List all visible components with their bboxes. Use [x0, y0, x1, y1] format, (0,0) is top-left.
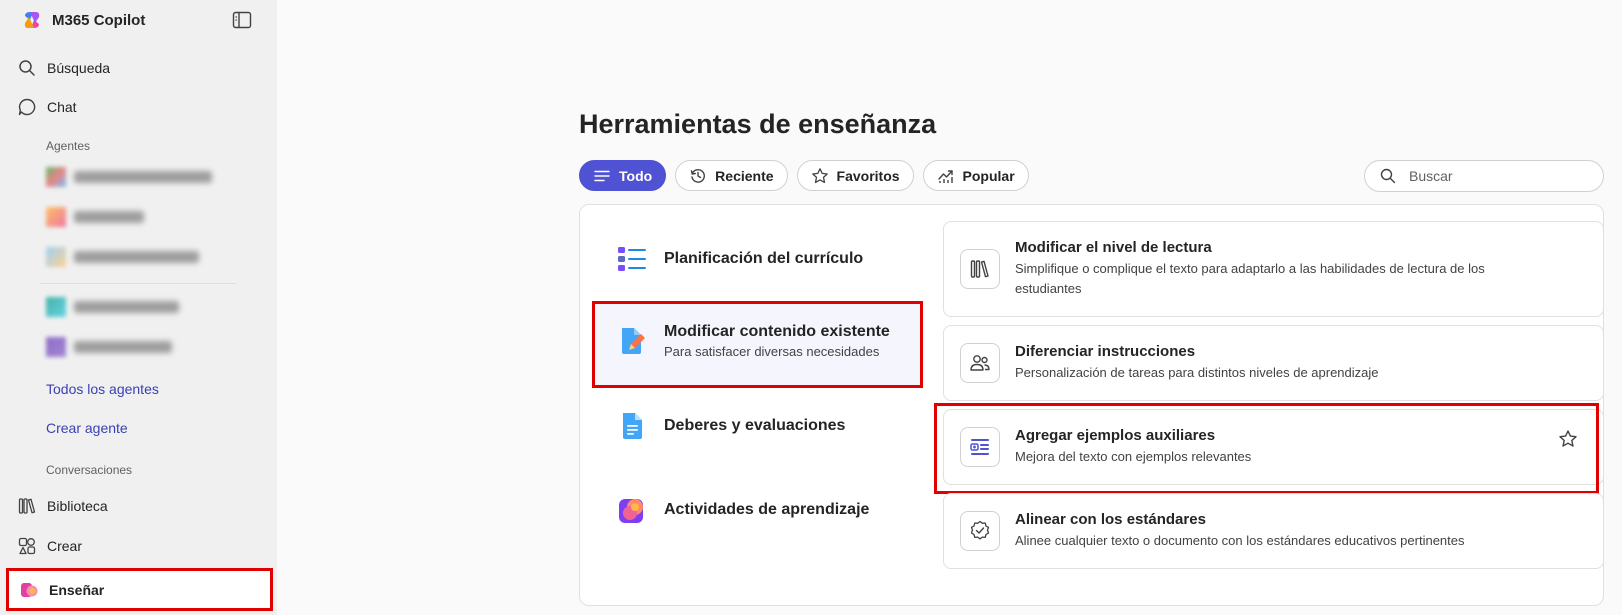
search-icon — [1380, 168, 1396, 184]
agent-item[interactable] — [46, 336, 172, 358]
tool-description: Alinee cualquier texto o documento con l… — [1015, 533, 1465, 548]
list-icon — [616, 243, 648, 275]
category-learning-activities[interactable]: Actividades de aprendizaje — [616, 494, 869, 526]
sidebar-item-library[interactable]: Biblioteca — [17, 494, 108, 518]
tool-description: Simplifique o complique el texto para ad… — [1015, 261, 1485, 296]
edit-document-icon — [616, 325, 648, 357]
tool-card-reading-level[interactable]: Modificar el nivel de lectura Simplifiqu… — [943, 221, 1604, 317]
agent-icon — [46, 337, 66, 357]
tool-title: Diferenciar instrucciones — [1015, 343, 1196, 360]
star-icon — [811, 167, 828, 183]
library-icon — [18, 498, 36, 514]
list-icon — [594, 170, 610, 181]
agent-name-redacted — [74, 211, 144, 223]
badge-check-icon — [960, 511, 1000, 551]
divider — [40, 283, 236, 284]
agent-icon — [46, 247, 66, 267]
library-icon — [960, 249, 1000, 289]
agent-icon — [46, 167, 66, 187]
activities-icon — [616, 494, 648, 526]
filter-label: Popular — [962, 167, 1015, 184]
sidebar-item-search[interactable]: Búsqueda — [17, 56, 110, 80]
create-icon — [18, 537, 36, 555]
sidebar-item-label: Biblioteca — [47, 498, 108, 514]
tool-title: Modificar el nivel de lectura — [1015, 239, 1212, 256]
copilot-logo-icon — [24, 12, 40, 28]
agent-name-redacted — [74, 341, 172, 353]
agent-icon — [46, 297, 66, 317]
conversations-heading: Conversaciones — [46, 463, 133, 477]
category-subtitle: Para satisfacer diversas necesidades — [664, 344, 880, 359]
category-title: Planificación del currículo — [664, 250, 864, 267]
sidebar-item-chat[interactable]: Chat — [17, 95, 77, 119]
history-icon — [690, 168, 706, 183]
filter-chips: Todo Reciente Favoritos Popular — [579, 160, 1029, 191]
filter-popular[interactable]: Popular — [922, 160, 1029, 191]
agent-name-redacted — [74, 171, 212, 183]
sidebar: M365 Copilot Búsqueda Chat Agentes Todos… — [0, 0, 277, 615]
filter-label: Todo — [619, 167, 653, 184]
sidebar-item-label: Enseñar — [49, 582, 105, 598]
page-title: Herramientas de enseñanza — [579, 109, 937, 139]
category-modify-content[interactable]: Modificar contenido existente Para satis… — [616, 323, 890, 359]
search-icon — [19, 60, 35, 76]
tool-card-differentiate[interactable]: Diferenciar instrucciones Personalizació… — [943, 325, 1604, 401]
category-title: Actividades de aprendizaje — [664, 501, 870, 518]
agent-item[interactable] — [46, 296, 179, 318]
trending-icon — [937, 169, 953, 183]
sidebar-toggle-icon[interactable] — [232, 11, 252, 29]
sidebar-item-create[interactable]: Crear — [17, 534, 82, 558]
search-input[interactable] — [1409, 168, 1589, 184]
category-title: Modificar contenido existente — [664, 323, 890, 340]
filter-label: Favoritos — [836, 167, 900, 184]
agent-name-redacted — [74, 251, 199, 263]
agent-name-redacted — [74, 301, 179, 313]
agent-item[interactable] — [46, 206, 144, 228]
agent-item[interactable] — [46, 166, 212, 188]
sidebar-item-label: Chat — [47, 99, 77, 115]
tool-description: Personalización de tareas para distintos… — [1015, 365, 1379, 380]
filter-recent[interactable]: Reciente — [675, 160, 788, 191]
all-agents-link[interactable]: Todos los agentes — [46, 381, 159, 397]
category-homework-assessments[interactable]: Deberes y evaluaciones — [616, 410, 845, 442]
create-agent-link[interactable]: Crear agente — [46, 420, 128, 436]
sidebar-item-label: Crear — [47, 538, 83, 554]
sidebar-item-teach[interactable]: Enseñar — [6, 568, 273, 611]
agents-heading: Agentes — [46, 139, 91, 153]
tool-title: Alinear con los estándares — [1015, 511, 1206, 528]
agent-icon — [46, 207, 66, 227]
chat-icon — [18, 98, 36, 116]
filter-favorites[interactable]: Favoritos — [796, 160, 914, 191]
brand[interactable]: M365 Copilot — [22, 10, 145, 30]
filter-label: Reciente — [715, 167, 774, 184]
filter-all[interactable]: Todo — [579, 160, 667, 191]
teach-icon — [21, 583, 38, 597]
sidebar-item-label: Búsqueda — [47, 60, 111, 76]
document-icon — [616, 410, 648, 442]
people-icon — [960, 343, 1000, 383]
agent-item[interactable] — [46, 246, 199, 268]
search-box[interactable] — [1364, 160, 1604, 192]
tool-card-highlight — [934, 403, 1599, 494]
category-title: Deberes y evaluaciones — [664, 417, 846, 434]
category-curriculum-planning[interactable]: Planificación del currículo — [616, 243, 863, 275]
app-name: M365 Copilot — [52, 11, 146, 29]
tool-card-align-standards[interactable]: Alinear con los estándares Alinee cualqu… — [943, 493, 1604, 569]
